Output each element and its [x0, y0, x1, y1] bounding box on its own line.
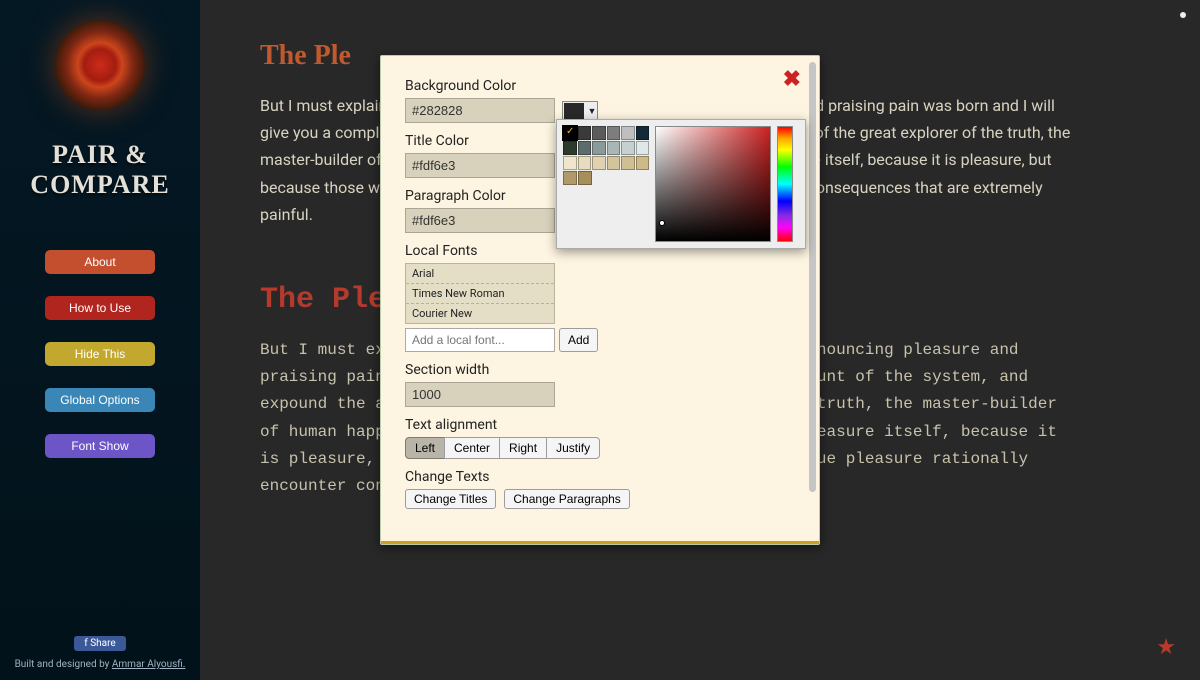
nav-global-options-button[interactable]: Global Options: [45, 388, 155, 412]
section-width-label: Section width: [405, 362, 795, 378]
nav-font-show-button[interactable]: Font Show: [45, 434, 155, 458]
font-item[interactable]: Courier New: [406, 304, 554, 323]
align-right-button[interactable]: Right: [499, 437, 547, 459]
credit-link[interactable]: Ammar Alyousfi.: [112, 659, 186, 670]
color-picker-popover: [556, 119, 806, 249]
align-justify-button[interactable]: Justify: [546, 437, 600, 459]
palette-swatch[interactable]: [621, 156, 635, 170]
bg-color-input[interactable]: [405, 98, 555, 123]
logo: [55, 20, 145, 110]
brand-line1: PAIR &: [30, 140, 169, 170]
credit-text: Built and designed by Ammar Alyousfi.: [0, 659, 200, 670]
palette-swatch[interactable]: [563, 126, 577, 140]
brand-title: PAIR & COMPARE: [30, 140, 169, 200]
section-width-input[interactable]: [405, 382, 555, 407]
change-paragraphs-button[interactable]: Change Paragraphs: [504, 489, 629, 509]
change-texts-label: Change Texts: [405, 469, 795, 485]
palette-swatch[interactable]: [563, 156, 577, 170]
bg-color-label: Background Color: [405, 78, 795, 94]
para-color-input[interactable]: [405, 208, 555, 233]
modal-accent-strip: [381, 541, 819, 544]
hue-slider[interactable]: [777, 126, 793, 242]
sidebar: PAIR & COMPARE About How to Use Hide Thi…: [0, 0, 200, 680]
nav-about-button[interactable]: About: [45, 250, 155, 274]
saturation-value-canvas[interactable]: [655, 126, 771, 242]
align-center-button[interactable]: Center: [444, 437, 500, 459]
palette-swatch[interactable]: [578, 126, 592, 140]
alignment-segmented: Left Center Right Justify: [405, 437, 600, 459]
star-icon[interactable]: ★: [1156, 635, 1176, 660]
add-font-input[interactable]: [405, 328, 555, 352]
modal-scrollbar[interactable]: [809, 62, 816, 492]
brand-line2: COMPARE: [30, 170, 169, 200]
palette-swatch[interactable]: [607, 141, 621, 155]
sidebar-nav: About How to Use Hide This Global Option…: [0, 250, 200, 458]
palette-swatch[interactable]: [607, 156, 621, 170]
palette-swatch[interactable]: [621, 141, 635, 155]
palette-swatch[interactable]: [578, 141, 592, 155]
nav-how-to-use-button[interactable]: How to Use: [45, 296, 155, 320]
palette-swatch[interactable]: [592, 156, 606, 170]
palette-swatch[interactable]: [636, 156, 650, 170]
add-font-button[interactable]: Add: [559, 328, 598, 352]
palette-swatch[interactable]: [563, 141, 577, 155]
font-item[interactable]: Arial: [406, 264, 554, 284]
text-alignment-label: Text alignment: [405, 417, 795, 433]
palette-swatch[interactable]: [592, 126, 606, 140]
font-item[interactable]: Times New Roman: [406, 284, 554, 304]
sv-cursor[interactable]: [659, 220, 665, 226]
sidebar-footer: f Share Built and designed by Ammar Alyo…: [0, 636, 200, 670]
local-fonts-list: Arial Times New Roman Courier New: [405, 263, 555, 324]
align-left-button[interactable]: Left: [405, 437, 445, 459]
palette-swatch[interactable]: [636, 126, 650, 140]
palette-swatches: [563, 126, 649, 185]
nav-hide-this-button[interactable]: Hide This: [45, 342, 155, 366]
corner-dot-icon: [1180, 12, 1186, 18]
palette-swatch[interactable]: [636, 141, 650, 155]
title-color-input[interactable]: [405, 153, 555, 178]
share-button[interactable]: f Share: [74, 636, 125, 651]
palette-swatch[interactable]: [578, 171, 592, 185]
palette-swatch[interactable]: [563, 171, 577, 185]
change-titles-button[interactable]: Change Titles: [405, 489, 496, 509]
palette-swatch[interactable]: [607, 126, 621, 140]
close-icon[interactable]: ✖: [783, 66, 801, 92]
palette-swatch[interactable]: [621, 126, 635, 140]
palette-swatch[interactable]: [578, 156, 592, 170]
palette-swatch[interactable]: [592, 141, 606, 155]
